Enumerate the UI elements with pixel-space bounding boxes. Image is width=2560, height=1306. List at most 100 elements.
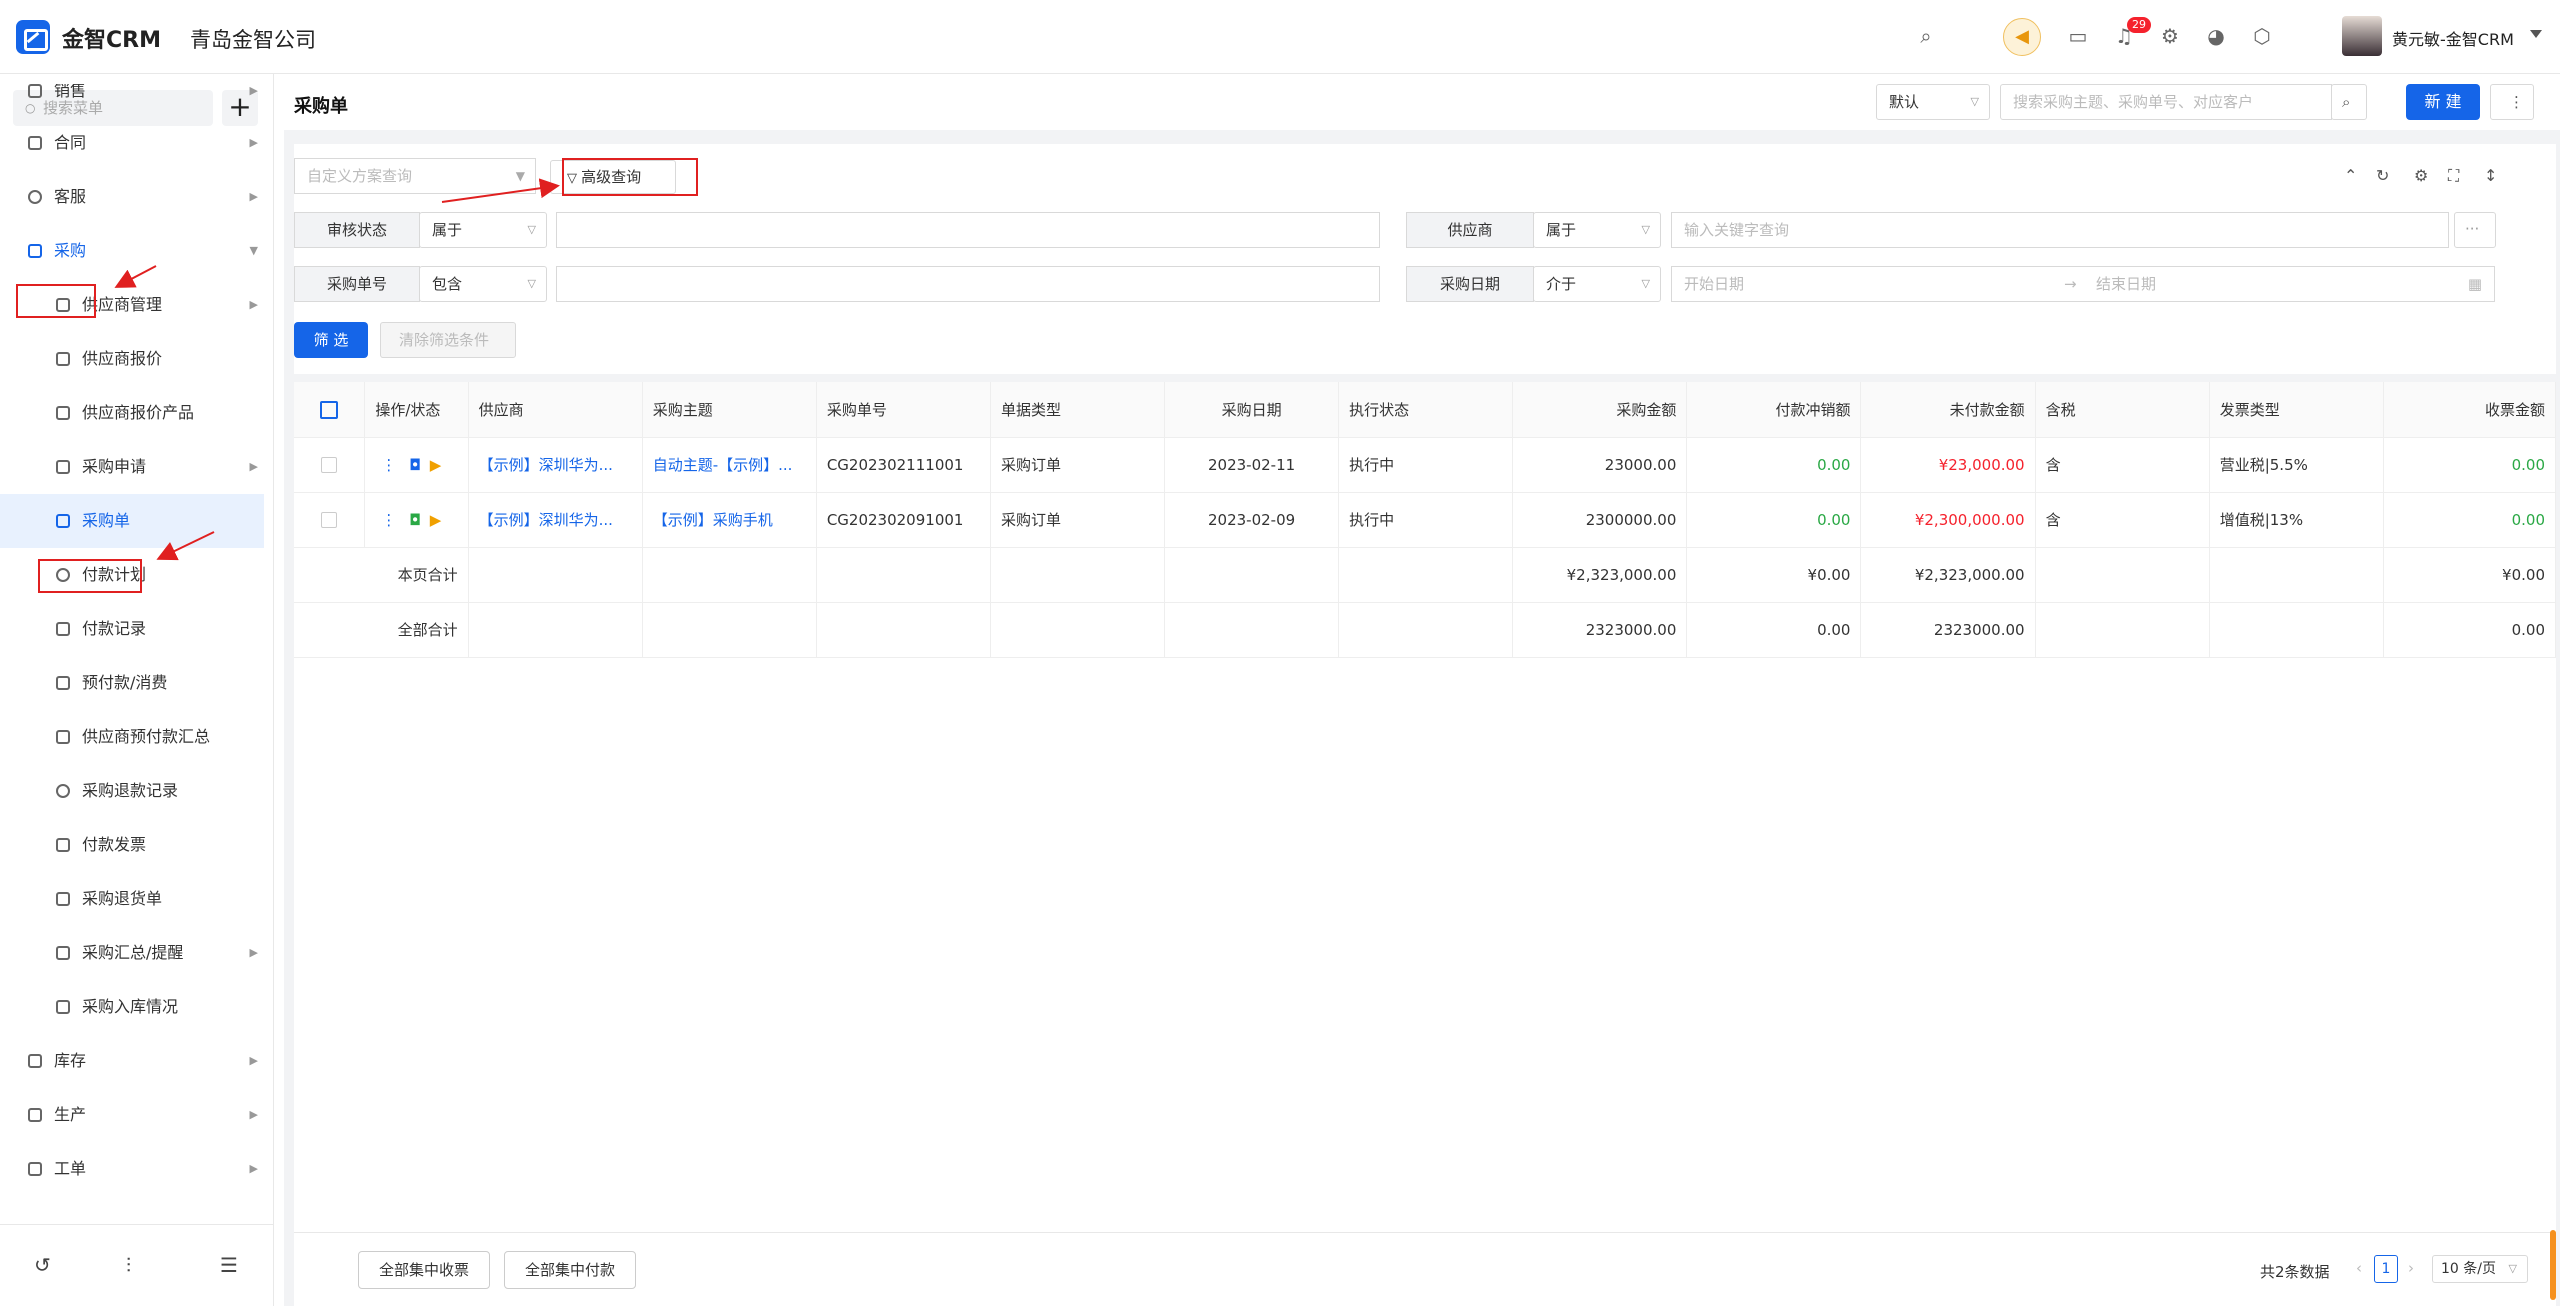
avatar[interactable]: [2342, 16, 2382, 56]
basket-status-icon[interactable]: ◘: [409, 456, 421, 474]
pay-all-button[interactable]: 全部集中付款: [504, 1251, 636, 1289]
sidebar-item-workorder[interactable]: 工单 ▶: [0, 1142, 264, 1182]
start-date-input[interactable]: 开始日期: [1684, 275, 1744, 293]
crm-logo-icon[interactable]: [16, 20, 50, 54]
supplier-operator[interactable]: 属于 ▽: [1533, 212, 1661, 248]
filter-button[interactable]: 筛 选: [294, 322, 368, 358]
expand-vertical-icon[interactable]: ↕: [2484, 166, 2497, 185]
sliders-icon[interactable]: ⫶: [126, 1253, 131, 1277]
chart-pie-icon[interactable]: ◕: [2204, 24, 2228, 48]
sidebar-item-refund-record[interactable]: 采购退款记录: [0, 764, 264, 818]
more-actions-icon[interactable]: ⋮: [381, 456, 396, 474]
checkbox-icon: [321, 512, 338, 528]
supplier-link[interactable]: 【示例】深圳华为...: [468, 492, 643, 548]
search-button[interactable]: ⌕: [2331, 84, 2367, 120]
cube-icon[interactable]: ⬡: [2250, 24, 2274, 48]
date-range-picker[interactable]: 开始日期 → 结束日期 ▦: [1671, 266, 2495, 302]
search-input[interactable]: 搜索采购主题、采购单号、对应客户: [2000, 84, 2332, 120]
sidebar-item-payment-invoice[interactable]: 付款发票: [0, 818, 264, 872]
settings-icon[interactable]: ⚙: [2158, 24, 2182, 48]
col-header-supplier[interactable]: 供应商: [468, 382, 643, 438]
col-header-order-no[interactable]: 采购单号: [816, 382, 991, 438]
sidebar-item-purchase-request[interactable]: 采购申请 ▶: [0, 440, 264, 494]
play-status-icon[interactable]: ▶: [430, 456, 442, 474]
page-number[interactable]: 1: [2374, 1255, 2398, 1283]
supplier-link[interactable]: 【示例】深圳华为...: [468, 437, 643, 493]
chevron-down-icon[interactable]: [2530, 30, 2542, 38]
table-row[interactable]: ⋮ ◘ ▶ 【示例】深圳华为... 自动主题-【示例】... CG2023021…: [294, 437, 2557, 493]
audit-status-operator[interactable]: 属于 ▽: [419, 212, 547, 248]
col-header-doc-type[interactable]: 单据类型: [990, 382, 1166, 438]
col-header-writeoff[interactable]: 付款冲销额: [1686, 382, 1862, 438]
prev-page-icon[interactable]: ‹: [2356, 1259, 2362, 1277]
settings-icon[interactable]: ⚙: [2414, 166, 2428, 185]
amount-cell: 2300000.00: [1512, 492, 1688, 548]
return-icon: [56, 892, 70, 906]
sidebar-item-inventory[interactable]: 库存 ▶: [0, 1034, 264, 1088]
order-no-input[interactable]: [556, 266, 1380, 302]
sidebar-item-service[interactable]: 客服 ▶: [0, 170, 264, 224]
view-select[interactable]: 默认 ▽: [1876, 84, 1990, 120]
row-checkbox[interactable]: [294, 492, 366, 548]
history-icon[interactable]: ↺: [34, 1253, 51, 1277]
basket-status-icon[interactable]: ◘: [409, 511, 421, 529]
all-total-unpaid: 2323000.00: [1860, 602, 2036, 658]
more-actions-icon[interactable]: ⋮: [381, 511, 396, 529]
clear-filter-button[interactable]: 清除筛选条件: [380, 322, 516, 358]
scheme-select[interactable]: 自定义方案查询 ▼: [294, 158, 536, 194]
table-row[interactable]: ⋮ ◘ ▶ 【示例】深圳华为... 【示例】采购手机 CG20230209100…: [294, 492, 2557, 548]
end-date-input[interactable]: 结束日期: [2096, 267, 2156, 301]
col-header-tax[interactable]: 含税: [2035, 382, 2210, 438]
sidebar-item-supplier-quote-product[interactable]: 供应商报价产品: [0, 386, 264, 440]
sidebar-item-purchase-summary[interactable]: 采购汇总/提醒 ▶: [0, 926, 264, 980]
col-header-subject[interactable]: 采购主题: [642, 382, 817, 438]
sidebar-item-return-order[interactable]: 采购退货单: [0, 872, 264, 926]
more-button[interactable]: ⋮: [2490, 84, 2534, 120]
brand-name[interactable]: 金智CRM: [62, 22, 161, 54]
play-status-icon[interactable]: ▶: [430, 511, 442, 529]
col-header-exec-status[interactable]: 执行状态: [1338, 382, 1514, 438]
supplier-more-button[interactable]: ···: [2454, 212, 2496, 248]
sidebar-item-supplier-prepay-summary[interactable]: 供应商预付款汇总: [0, 710, 264, 764]
subject-link[interactable]: 【示例】采购手机: [642, 492, 817, 548]
select-all-checkbox[interactable]: [294, 382, 366, 438]
col-header-unpaid[interactable]: 未付款金额: [1860, 382, 2036, 438]
user-name[interactable]: 黄元敏-金智CRM: [2392, 26, 2514, 50]
page-size-select[interactable]: 10 条/页 ▽: [2432, 1255, 2528, 1283]
page-total-amount: ¥2,323,000.00: [1512, 547, 1688, 603]
col-header-received[interactable]: 收票金额: [2383, 382, 2557, 438]
sidebar-item-purchase-order[interactable]: 采购单: [0, 494, 264, 548]
refresh-icon[interactable]: ↻: [2376, 166, 2389, 185]
audit-status-input[interactable]: [556, 212, 1380, 248]
collect-all-invoices-button[interactable]: 全部集中收票: [358, 1251, 490, 1289]
inbox-icon[interactable]: ▭: [2066, 24, 2090, 48]
announcement-icon[interactable]: ◀: [2003, 18, 2041, 56]
chevron-down-icon: ▼: [515, 169, 525, 183]
fullscreen-icon[interactable]: ⛶: [2448, 166, 2459, 186]
order-no-operator[interactable]: 包含 ▽: [419, 266, 547, 302]
inbound-icon: [56, 1000, 70, 1014]
purchase-date-operator[interactable]: 介于 ▽: [1533, 266, 1661, 302]
col-header-invoice-type[interactable]: 发票类型: [2209, 382, 2384, 438]
col-header-date[interactable]: 采购日期: [1164, 382, 1340, 438]
sidebar-item-purchase[interactable]: 采购 ▼: [0, 224, 264, 278]
next-page-icon[interactable]: ›: [2408, 1259, 2414, 1277]
sidebar-item-inbound[interactable]: 采购入库情况: [0, 980, 264, 1034]
new-button[interactable]: 新 建: [2406, 84, 2480, 120]
purchase-date-label: 采购日期: [1406, 266, 1534, 302]
calendar-icon[interactable]: ▦: [2468, 267, 2482, 301]
sidebar-item-supplier-quote[interactable]: 供应商报价: [0, 332, 264, 386]
sidebar-item-contract[interactable]: 合同 ▶: [0, 116, 264, 170]
sidebar-item-payment-record[interactable]: 付款记录: [0, 602, 264, 656]
col-header-amount[interactable]: 采购金额: [1512, 382, 1688, 438]
subject-link[interactable]: 自动主题-【示例】...: [642, 437, 817, 493]
search-icon[interactable]: ⌕: [1914, 24, 1938, 48]
collapse-up-icon[interactable]: ⌃: [2344, 166, 2357, 185]
all-total-amount: 2323000.00: [1512, 602, 1688, 658]
sidebar-item-prepayment[interactable]: 预付款/消费: [0, 656, 264, 710]
sidebar-item-production[interactable]: 生产 ▶: [0, 1088, 264, 1142]
scrollbar-thumb[interactable]: [2550, 1230, 2556, 1300]
collapse-menu-icon[interactable]: ☰: [220, 1253, 238, 1277]
row-checkbox[interactable]: [294, 437, 366, 493]
supplier-input[interactable]: 输入关键字查询: [1671, 212, 2449, 248]
